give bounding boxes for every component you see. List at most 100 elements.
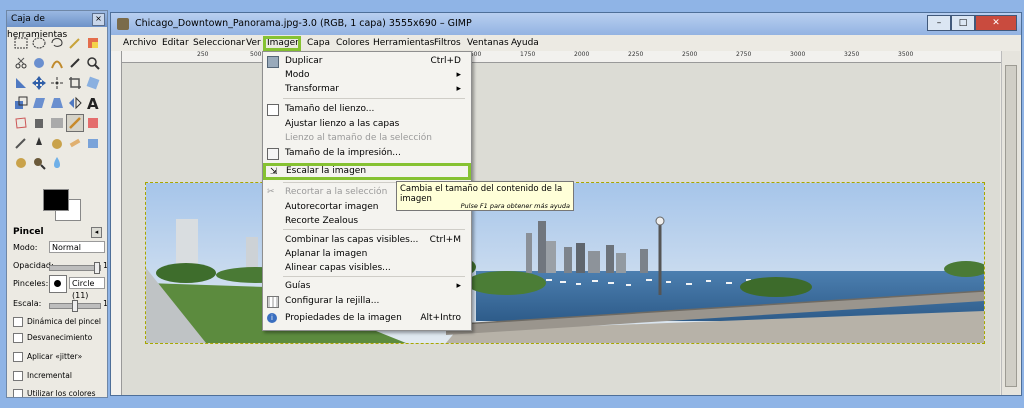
perspective-icon[interactable]	[49, 95, 65, 111]
shear-icon[interactable]	[31, 95, 47, 111]
jitter-checkbox[interactable]	[13, 352, 23, 362]
foreground-color-swatch[interactable]	[43, 189, 69, 211]
pencil-icon[interactable]	[66, 114, 84, 132]
window-titlebar[interactable]: Chicago_Downtown_Panorama.jpg-3.0 (RGB, …	[111, 13, 1021, 35]
rotate-icon[interactable]	[85, 75, 101, 91]
smudge-icon[interactable]	[13, 155, 29, 171]
perspective-clone-icon[interactable]	[85, 135, 101, 151]
ink-icon[interactable]	[31, 135, 47, 151]
shortcut-label: Ctrl+M	[429, 235, 461, 245]
menu-item-modo[interactable]: Modo ▸	[263, 68, 469, 82]
menu-item-recorte-zealous[interactable]: Recorte Zealous	[263, 214, 469, 228]
scissors-icon[interactable]	[13, 55, 29, 71]
mode-select[interactable]: Normal	[49, 241, 105, 253]
text-icon[interactable]: A	[85, 95, 101, 113]
menu-filtros[interactable]: Filtros	[434, 38, 461, 48]
menu-item-ajustar-lienzo[interactable]: Ajustar lienzo a las capas	[263, 117, 469, 131]
menu-item-label: Tamaño de la impresión...	[285, 148, 401, 158]
paths-icon[interactable]	[49, 55, 65, 71]
select-by-color-icon[interactable]	[85, 35, 101, 51]
menu-item-label: Guías	[285, 281, 311, 291]
mode-row: Modo: Normal	[13, 241, 107, 253]
dynamics-row[interactable]: Dinámica del pincel	[13, 317, 101, 327]
menu-item-label: Ajustar lienzo a las capas	[285, 119, 400, 129]
menu-editar[interactable]: Editar	[162, 38, 189, 48]
menu-item-guias[interactable]: Guías ▸	[263, 279, 469, 293]
paintbrush-icon[interactable]	[85, 115, 101, 131]
color-picker-icon[interactable]	[67, 55, 83, 71]
scrollbar-thumb[interactable]	[1005, 65, 1017, 387]
incremental-checkbox[interactable]	[13, 371, 23, 381]
fuzzy-select-icon[interactable]	[67, 35, 83, 51]
ruler-label: 2250	[628, 51, 644, 58]
align-icon[interactable]	[49, 75, 65, 91]
menu-ayuda[interactable]: Ayuda	[511, 38, 539, 48]
clone-icon[interactable]	[49, 135, 65, 151]
minimize-button[interactable]: –	[927, 15, 951, 31]
ruler-label: 2000	[574, 51, 590, 58]
maximize-button[interactable]: □	[951, 15, 975, 31]
svg-text:A: A	[87, 95, 99, 111]
menu-colores[interactable]: Colores	[336, 38, 370, 48]
ruler-label: 3500	[898, 51, 914, 58]
menu-item-propiedades[interactable]: i Propiedades de la imagen Alt+Intro	[263, 311, 469, 325]
lasso-icon[interactable]	[49, 35, 65, 51]
dynamics-expander[interactable]	[13, 317, 23, 327]
opacity-label: Opacidad:	[13, 261, 54, 270]
cage-icon[interactable]	[13, 115, 29, 131]
heal-icon[interactable]	[67, 135, 83, 151]
options-collapse-icon[interactable]: ◂	[91, 227, 102, 238]
menu-item-combinar[interactable]: Combinar las capas visibles... Ctrl+M	[263, 233, 469, 247]
blend-icon[interactable]	[49, 115, 65, 131]
opacity-slider[interactable]	[49, 262, 101, 274]
submenu-arrow-icon: ▸	[456, 281, 461, 291]
blur-icon[interactable]	[49, 155, 65, 171]
ruler-label: 1750	[520, 51, 536, 58]
opacity-value: 10	[103, 261, 108, 270]
menu-item-alinear[interactable]: Alinear capas visibles...	[263, 261, 469, 275]
scale-slider[interactable]	[49, 300, 101, 312]
flip-icon[interactable]	[67, 95, 83, 111]
crop-icon[interactable]	[67, 75, 83, 91]
use-colors-checkbox-row[interactable]: Utilizar los colores del de	[13, 389, 107, 397]
menu-seleccionar[interactable]: Seleccionar	[193, 38, 245, 48]
menu-archivo[interactable]: Archivo	[123, 38, 157, 48]
ellipse-select-icon[interactable]	[31, 35, 47, 51]
close-button[interactable]: ✕	[975, 15, 1017, 31]
dodge-burn-icon[interactable]	[31, 155, 47, 171]
opacity-slider-thumb[interactable]	[94, 262, 100, 274]
toolbox-close-button[interactable]: ×	[92, 13, 105, 26]
menu-item-rejilla[interactable]: Configurar la rejilla...	[263, 294, 469, 308]
incremental-checkbox-row[interactable]: Incremental	[13, 371, 72, 381]
bucket-fill-icon[interactable]	[31, 115, 47, 131]
menu-capa[interactable]: Capa	[307, 38, 330, 48]
menu-ventanas[interactable]: Ventanas	[467, 38, 509, 48]
menu-item-duplicar[interactable]: Duplicar Ctrl+D	[263, 54, 469, 68]
fade-checkbox-row[interactable]: Desvanecimiento	[13, 333, 92, 343]
vertical-scrollbar[interactable]	[1001, 51, 1020, 395]
menu-item-transformar[interactable]: Transformar ▸	[263, 82, 469, 96]
foreground-select-icon[interactable]	[31, 55, 47, 71]
magnify-icon[interactable]	[85, 55, 101, 71]
rect-select-icon[interactable]	[13, 35, 29, 51]
fade-checkbox[interactable]	[13, 333, 23, 343]
submenu-arrow-icon: ▸	[456, 70, 461, 80]
move-icon[interactable]	[31, 75, 47, 91]
gimp-icon	[117, 18, 129, 30]
measure-icon[interactable]	[13, 75, 29, 91]
menu-item-label: Duplicar	[285, 56, 323, 66]
tooltip: Cambia el tamaño del contenido de la ima…	[396, 181, 574, 211]
menu-ver[interactable]: Ver	[246, 38, 261, 48]
scale-icon[interactable]	[13, 95, 29, 111]
menu-herramientas[interactable]: Herramientas	[373, 38, 434, 48]
menu-item-aplanar[interactable]: Aplanar la imagen	[263, 247, 469, 261]
menu-item-tamano-lienzo[interactable]: Tamaño del lienzo...	[263, 102, 469, 116]
brush-preview[interactable]	[49, 275, 67, 293]
brush-name-field[interactable]: Circle (11)	[69, 277, 105, 300]
airbrush-icon[interactable]	[13, 135, 29, 151]
use-colors-checkbox[interactable]	[13, 389, 23, 397]
menu-item-tamano-impresion[interactable]: Tamaño de la impresión...	[263, 146, 469, 160]
jitter-checkbox-row[interactable]: Aplicar «jitter»	[13, 352, 82, 362]
scale-slider-thumb[interactable]	[72, 300, 78, 312]
menu-item-escalar[interactable]: ⇲ Escalar la imagen	[263, 163, 471, 180]
